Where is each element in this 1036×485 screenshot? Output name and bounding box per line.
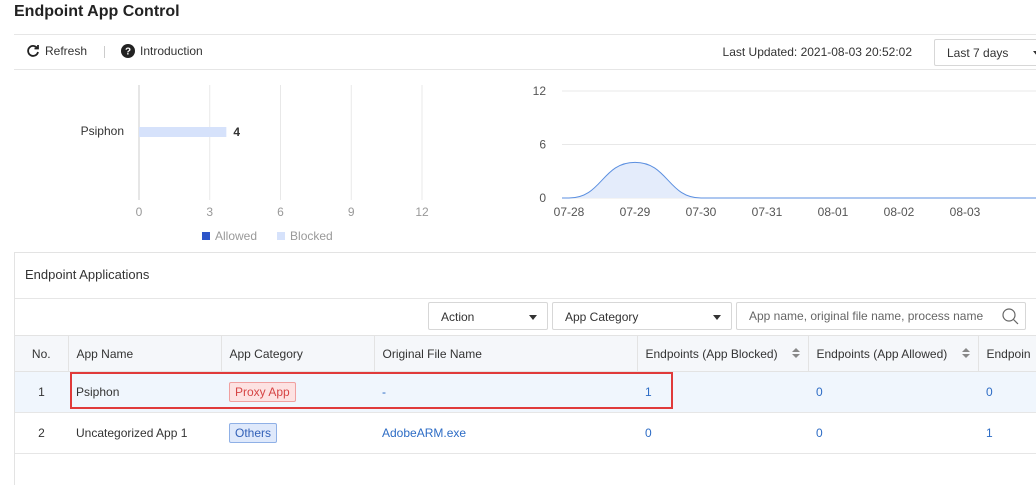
row-extra-cell: 1 — [978, 412, 1036, 454]
trend-x-tick: 08-01 — [818, 205, 849, 219]
sort-icon[interactable] — [791, 348, 800, 360]
app-category-filter-label: App Category — [565, 310, 639, 324]
trend-y-tick: 0 — [539, 191, 546, 205]
trend-x-tick: 07-31 — [752, 205, 783, 219]
row-app-name: Uncategorized App 1 — [68, 412, 221, 454]
trend-y-tick: 6 — [539, 138, 546, 152]
col-file-name: Original File Name — [374, 335, 638, 372]
col-app-name: App Name — [68, 335, 222, 372]
refresh-icon — [27, 45, 39, 57]
row-app-name: Psiphon — [68, 371, 221, 413]
action-filter-label: Action — [441, 310, 475, 324]
row-no: 2 — [15, 412, 68, 454]
applications-table: No. App Name App Category Original File … — [15, 335, 1036, 454]
row-blocked-cell: 1 — [637, 371, 808, 413]
file-name-link[interactable]: - — [382, 385, 386, 399]
refresh-button[interactable]: Refresh — [26, 44, 87, 58]
endpoint-applications-card: Endpoint Applications Action App Categor… — [14, 252, 1036, 485]
col-endpoints-blocked[interactable]: Endpoints (App Blocked) — [637, 335, 809, 372]
trend-x-tick: 07-28 — [554, 205, 585, 219]
table-header: No. App Name App Category Original File … — [15, 335, 1036, 372]
bar-blocked — [139, 127, 227, 137]
introduction-button[interactable]: ? Introduction — [121, 44, 203, 58]
file-name-link[interactable]: AdobeARM.exe — [382, 426, 466, 440]
category-tag: Others — [229, 423, 278, 443]
row-category-cell: Others — [221, 412, 374, 454]
search-box[interactable] — [736, 302, 1026, 330]
last-updated: Last Updated: 2021-08-03 20:52:02 — [722, 45, 912, 59]
bar-x-tick: 9 — [348, 205, 355, 219]
trend-x-tick: 07-30 — [686, 205, 717, 219]
search-icon[interactable] — [1002, 308, 1019, 325]
endpoints-extra-link[interactable]: 1 — [986, 426, 993, 440]
toolbar: Refresh ? Introduction Last Updated: 202… — [14, 34, 1036, 70]
col-endpoints-allowed-label: Endpoints (App Allowed) — [816, 346, 948, 361]
search-input[interactable] — [749, 309, 997, 323]
trend-area — [562, 162, 1036, 198]
endpoints-allowed-link[interactable]: 0 — [816, 385, 823, 399]
row-file-name: - — [374, 371, 637, 413]
legend-blocked-swatch — [277, 232, 286, 240]
bar-x-tick: 6 — [277, 205, 284, 219]
endpoints-blocked-link[interactable]: 0 — [645, 426, 652, 440]
action-filter[interactable]: Action — [428, 302, 548, 330]
trend-chart: 12 6 0 07-28 07-29 07-30 07-31 08-01 08-02 08-03 — [533, 84, 1036, 219]
trend-x-tick: 07-29 — [620, 205, 651, 219]
toolbar-divider — [104, 46, 105, 58]
trend-x-tick: 08-03 — [950, 205, 981, 219]
col-endpoints-extra: Endpoin — [978, 335, 1036, 372]
trend-x-tick: 08-02 — [884, 205, 915, 219]
app-category-filter[interactable]: App Category — [552, 302, 732, 330]
bar-category-label: Psiphon — [81, 124, 124, 138]
time-range-value: Last 7 days — [947, 46, 1009, 60]
bar-x-tick: 0 — [136, 205, 143, 219]
introduction-label: Introduction — [140, 44, 203, 58]
page-title: Endpoint App Control — [14, 3, 180, 20]
bar-chart: Psiphon 4 0 3 6 9 12 — [81, 85, 429, 219]
time-range-select[interactable]: Last 7 days — [934, 39, 1036, 66]
row-allowed-cell: 0 — [808, 412, 978, 454]
row-file-name: AdobeARM.exe — [374, 412, 637, 454]
endpoints-extra-link[interactable]: 0 — [986, 385, 993, 399]
trend-y-tick: 12 — [533, 84, 547, 98]
svg-text:?: ? — [125, 47, 131, 58]
legend-blocked[interactable]: Blocked — [277, 229, 333, 243]
category-tag: Proxy App — [229, 382, 296, 402]
bar-value-label: 4 — [233, 125, 240, 139]
section-title: Endpoint Applications — [25, 267, 150, 282]
col-endpoints-blocked-label: Endpoints (App Blocked) — [645, 346, 778, 361]
row-allowed-cell: 0 — [808, 371, 978, 413]
endpoints-blocked-link[interactable]: 1 — [645, 385, 652, 399]
bar-x-tick: 12 — [415, 205, 429, 219]
legend-allowed-swatch — [202, 232, 210, 240]
help-icon: ? — [121, 44, 135, 58]
row-category-cell: Proxy App — [221, 371, 374, 413]
chevron-down-icon — [529, 315, 537, 320]
section-divider — [15, 298, 1036, 299]
col-app-category: App Category — [221, 335, 375, 372]
legend-allowed-label: Allowed — [215, 229, 258, 243]
col-no: No. — [15, 335, 69, 372]
table-row[interactable]: 1 Psiphon Proxy App - 1 0 0 — [15, 371, 1036, 413]
row-no: 1 — [15, 371, 68, 413]
sort-icon[interactable] — [961, 348, 970, 360]
bar-x-tick: 3 — [206, 205, 213, 219]
refresh-label: Refresh — [45, 44, 88, 58]
bar-legend: Allowed Blocked — [202, 229, 333, 243]
row-blocked-cell: 0 — [637, 412, 808, 454]
chevron-down-icon — [713, 315, 721, 320]
endpoints-allowed-link[interactable]: 0 — [816, 426, 823, 440]
legend-blocked-label: Blocked — [290, 229, 333, 243]
legend-allowed[interactable]: Allowed — [202, 229, 257, 243]
row-extra-cell: 0 — [978, 371, 1036, 413]
table-row[interactable]: 2 Uncategorized App 1 Others AdobeARM.ex… — [15, 412, 1036, 454]
col-endpoints-allowed[interactable]: Endpoints (App Allowed) — [808, 335, 979, 372]
charts-area: Psiphon 4 0 3 6 9 12 Allowed Blocked 12 6 0 07-… — [0, 70, 1036, 250]
